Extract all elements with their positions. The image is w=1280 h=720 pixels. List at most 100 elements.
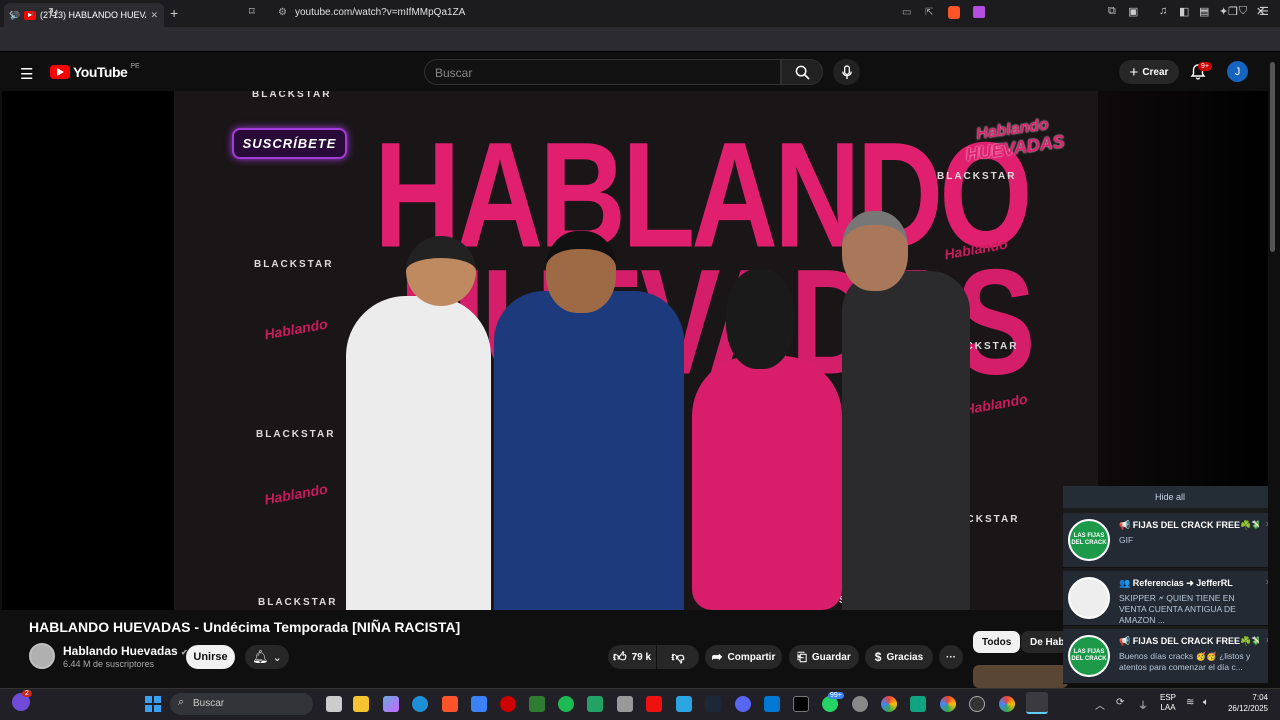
taskbar-search-input[interactable]: ⌕ Buscar bbox=[170, 693, 313, 715]
person-host-head bbox=[406, 236, 476, 306]
task-view-icon[interactable] bbox=[326, 696, 342, 712]
discord-icon[interactable] bbox=[735, 696, 751, 712]
notification-item[interactable]: LAS FIJAS DEL CRACK 📢 FIJAS DEL CRACK FR… bbox=[1063, 513, 1277, 568]
new-tab-button[interactable]: + bbox=[170, 5, 178, 21]
create-button[interactable]: + Crear bbox=[1119, 60, 1179, 84]
forward-icon[interactable]: › bbox=[30, 5, 34, 20]
bookmark-icon[interactable]: ⌑ bbox=[249, 5, 255, 18]
maximize-button[interactable]: ❐ bbox=[1228, 5, 1238, 18]
sync-icon[interactable]: ⟳ bbox=[1116, 697, 1124, 708]
browser-tab[interactable]: 🔊 (2713) HABLANDO HUEVADA ✕ bbox=[4, 3, 164, 27]
search-input[interactable]: Buscar bbox=[424, 59, 781, 85]
file-explorer-icon[interactable] bbox=[353, 696, 369, 712]
photos-icon[interactable] bbox=[676, 696, 692, 712]
edge-icon[interactable] bbox=[412, 696, 428, 712]
share-button[interactable]: ➦ Compartir bbox=[705, 645, 782, 669]
volume-icon[interactable]: 🔈︎ bbox=[1203, 697, 1209, 708]
app-green-icon[interactable] bbox=[529, 696, 545, 712]
site-info-icon[interactable]: ⚙ bbox=[278, 3, 287, 22]
backdrop-brand: BLACKSTAR bbox=[254, 259, 334, 270]
leo-ai-icon[interactable]: ✦ bbox=[1219, 5, 1228, 18]
start-icon[interactable] bbox=[145, 696, 161, 712]
clock-date: 26/12/2025 bbox=[1227, 704, 1268, 713]
notification-item[interactable]: 👥 Referencias ➜ JefferRL SKIPPER 🗲 QUIEN… bbox=[1063, 571, 1277, 626]
language-indicator[interactable]: ESP LAA bbox=[1160, 693, 1176, 713]
tray-chevron-up-icon[interactable]: ︿ bbox=[1095, 697, 1105, 712]
share-page-icon[interactable]: ⇱ bbox=[925, 3, 933, 22]
person-man-dark-shirt bbox=[842, 271, 970, 610]
vpn-icon[interactable]: ⛉ bbox=[1239, 5, 1247, 18]
wallet-icon[interactable]: ▤ bbox=[1199, 5, 1209, 18]
share-icon: ➦ bbox=[711, 649, 723, 664]
reload-icon[interactable]: ↻ bbox=[48, 5, 59, 21]
menu-icon[interactable]: ☰ bbox=[1259, 5, 1269, 18]
url-field[interactable]: ⚙ youtube.com/watch?v=mIfMMpQa1ZA ▭ ⇱ bbox=[270, 3, 990, 22]
microphone-icon bbox=[841, 64, 852, 79]
thanks-button[interactable]: $ Gracias bbox=[865, 645, 933, 669]
subscription-notifications-button[interactable]: 🔔︎ ⌄ bbox=[245, 645, 289, 669]
obs-icon[interactable] bbox=[969, 696, 985, 712]
video-frame: HABLANDO HUEVADAS BLACKSTAR BLACKSTAR BL… bbox=[174, 91, 1098, 610]
chip-all[interactable]: Todos bbox=[973, 631, 1021, 653]
more-actions-button[interactable]: ··· bbox=[939, 645, 963, 669]
chrome-icon[interactable] bbox=[881, 696, 897, 712]
account-avatar[interactable]: J bbox=[1227, 61, 1248, 82]
like-button[interactable]: 👍︎ 79 k bbox=[608, 645, 656, 669]
search-icon bbox=[795, 65, 810, 80]
music-icon[interactable]: ♫ bbox=[1159, 5, 1167, 17]
dislike-button[interactable]: 👎︎ bbox=[657, 645, 699, 669]
steam-icon[interactable] bbox=[705, 696, 721, 712]
scrollbar-thumb[interactable] bbox=[1270, 62, 1275, 252]
brave-taskbar-icon[interactable] bbox=[442, 696, 458, 712]
notification-body: SKIPPER 🗲 QUIEN TIENE EN VENTA CUENTA AN… bbox=[1119, 593, 1236, 625]
wifi-icon[interactable]: ≋ bbox=[1186, 697, 1194, 708]
screenshot-icon[interactable]: ▣ bbox=[1128, 5, 1138, 18]
taskbar-search-label: Buscar bbox=[193, 698, 225, 709]
taskbar-search-icon: ⌕ bbox=[178, 696, 185, 708]
notification-item[interactable]: LAS FIJAS DEL CRACK 📢 FIJAS DEL CRACK FR… bbox=[1063, 629, 1277, 684]
create-label: Crear bbox=[1142, 66, 1169, 78]
person-host-white-shirt bbox=[346, 296, 491, 610]
person-guest-blue-jacket bbox=[494, 291, 684, 610]
subscriber-count: 6.44 M de suscriptores bbox=[63, 659, 155, 669]
extensions-icon[interactable]: ⧉ bbox=[1108, 5, 1116, 18]
rewards-icon[interactable] bbox=[973, 6, 985, 18]
recommended-thumbnail[interactable] bbox=[973, 665, 1068, 688]
spotify-icon[interactable] bbox=[558, 696, 574, 712]
capcut-icon[interactable] bbox=[793, 696, 809, 712]
join-button[interactable]: Unirse bbox=[186, 645, 235, 669]
mail-icon[interactable] bbox=[471, 696, 487, 712]
thumbs-up-icon: 👍︎ bbox=[612, 649, 627, 664]
copilot-icon[interactable] bbox=[383, 696, 399, 712]
plus-icon: + bbox=[1129, 63, 1139, 81]
taskbar-clock[interactable]: 7:04 26/12/2025 bbox=[1226, 692, 1268, 714]
hamburger-menu-icon[interactable]: ☰ bbox=[20, 65, 33, 83]
app-lightning-icon[interactable] bbox=[646, 696, 662, 712]
chrome-work-icon[interactable] bbox=[999, 696, 1015, 712]
hide-all-button[interactable]: Hide all bbox=[1063, 486, 1277, 508]
channel-name[interactable]: Hablando Huevadas ✔ bbox=[63, 644, 188, 658]
voice-search-button[interactable] bbox=[833, 59, 860, 85]
calculator-icon[interactable] bbox=[617, 696, 633, 712]
search-button[interactable] bbox=[781, 59, 823, 85]
excel-icon[interactable] bbox=[587, 696, 603, 712]
back-icon[interactable]: ‹ bbox=[9, 5, 13, 20]
whatsapp-badge: 99+ bbox=[828, 692, 844, 699]
youtube-logo[interactable]: YouTube PE bbox=[50, 63, 140, 80]
tab-close-icon[interactable]: ✕ bbox=[150, 10, 158, 21]
address-toolbar bbox=[0, 27, 1280, 52]
chrome-profile-icon[interactable] bbox=[940, 696, 956, 712]
thanks-label: Gracias bbox=[886, 651, 924, 663]
chatgpt-icon[interactable] bbox=[910, 696, 926, 712]
logo-text: YouTube bbox=[73, 64, 128, 80]
mic-tray-icon[interactable]: ⏚ bbox=[1138, 697, 1148, 712]
channel-avatar[interactable] bbox=[29, 643, 55, 669]
cast-icon[interactable]: ▭ bbox=[902, 3, 911, 22]
app-red-icon[interactable] bbox=[500, 696, 516, 712]
brave-active-icon[interactable] bbox=[1026, 692, 1048, 714]
settings-icon[interactable] bbox=[852, 696, 868, 712]
store-icon[interactable] bbox=[764, 696, 780, 712]
sidebar-icon[interactable]: ◧ bbox=[1179, 5, 1189, 18]
save-button[interactable]: ⎗ Guardar bbox=[789, 645, 859, 669]
brave-shield-icon[interactable] bbox=[948, 6, 960, 19]
